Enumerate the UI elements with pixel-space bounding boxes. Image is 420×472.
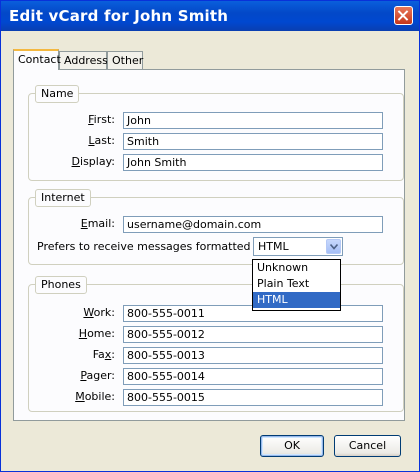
format-option-unknown[interactable]: Unknown: [253, 260, 340, 276]
window-title: Edit vCard for John Smith: [9, 7, 229, 25]
display-name-field[interactable]: John Smith: [123, 154, 383, 171]
pager-label: Pager:: [80, 369, 115, 382]
format-label: Prefers to receive messages formatted as…: [37, 240, 271, 253]
fax-field[interactable]: 800-555-0013: [123, 347, 383, 364]
tab-address[interactable]: Address: [59, 51, 108, 69]
tab-other[interactable]: Other: [107, 51, 143, 69]
ok-button[interactable]: OK: [260, 435, 324, 457]
internet-group: Internet Email: username@domain.com Pref…: [28, 189, 404, 265]
format-option-plain-text[interactable]: Plain Text: [253, 276, 340, 292]
first-name-label: First:: [88, 113, 115, 126]
contact-tab-panel: Name First: John Last: Smith Display: Jo…: [13, 69, 405, 421]
tab-contact[interactable]: Contact: [13, 49, 61, 70]
mobile-label: Mobile:: [75, 390, 115, 403]
display-name-label: Display:: [71, 155, 115, 168]
format-select[interactable]: HTML: [253, 237, 343, 256]
last-name-field[interactable]: Smith: [123, 133, 383, 150]
title-bar[interactable]: Edit vCard for John Smith: [1, 1, 419, 31]
first-name-field[interactable]: John: [123, 112, 383, 129]
name-group-legend: Name: [35, 85, 80, 103]
last-name-label: Last:: [88, 134, 115, 147]
mobile-field[interactable]: 800-555-0015: [123, 389, 383, 406]
cancel-button[interactable]: Cancel: [334, 435, 401, 457]
work-phone-label: Work:: [83, 306, 115, 319]
email-field[interactable]: username@domain.com: [123, 216, 383, 233]
phones-group: Phones Work: 800-555-0011 Home: 800-555-…: [28, 276, 404, 412]
format-select-value: HTML: [258, 240, 289, 253]
internet-group-legend: Internet: [35, 189, 91, 207]
vcard-dialog: Edit vCard for John Smith Contact Addres…: [0, 0, 420, 472]
format-option-html[interactable]: HTML: [253, 292, 340, 308]
format-dropdown-list: Unknown Plain Text HTML: [252, 259, 341, 311]
phones-group-legend: Phones: [35, 276, 87, 294]
name-group: Name First: John Last: Smith Display: Jo…: [28, 85, 404, 181]
home-phone-field[interactable]: 800-555-0012: [123, 326, 383, 343]
close-icon[interactable]: [394, 6, 413, 25]
home-phone-label: Home:: [78, 327, 115, 340]
pager-field[interactable]: 800-555-0014: [123, 368, 383, 385]
fax-label: Fax:: [92, 348, 115, 361]
email-label: Email:: [80, 217, 115, 230]
chevron-down-icon[interactable]: [326, 239, 341, 254]
